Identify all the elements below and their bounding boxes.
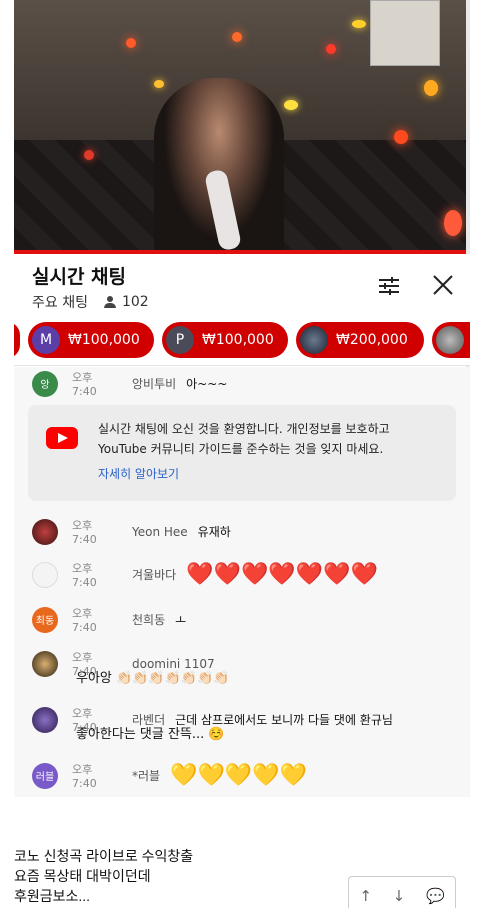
superchat-amount: ₩100,000	[68, 332, 140, 348]
message-time: 오후 7:40	[72, 519, 97, 546]
disco-light	[126, 38, 136, 48]
superchat-chip[interactable]	[14, 322, 20, 358]
message-text: ㅗ	[175, 613, 187, 627]
disco-light	[424, 80, 438, 96]
superchat-chip[interactable]: ₩200,000	[296, 322, 424, 358]
youtube-logo-icon	[46, 427, 78, 449]
message-text: 💛💛💛💛💛	[170, 762, 308, 788]
tune-icon[interactable]	[378, 276, 400, 296]
post-line: 후원금보소...	[14, 888, 91, 904]
disco-light	[394, 130, 408, 144]
message-text: ❤️❤️❤️❤️❤️❤️❤️	[186, 561, 378, 587]
notice-text: 실시간 채팅에 오신 것을 환영합니다. 개인정보를 보호하고 YouTube …	[98, 422, 390, 456]
close-icon[interactable]	[432, 274, 454, 296]
disco-light	[232, 32, 242, 42]
avatar	[32, 518, 58, 545]
post-line: 요즘 목상태 대박이던데	[14, 868, 151, 884]
welcome-notice: 실시간 채팅에 오신 것을 환영합니다. 개인정보를 보호하고 YouTube …	[28, 405, 456, 501]
message-text: 유재하	[197, 525, 231, 539]
chat-filter[interactable]: 주요 채팅 102	[32, 292, 149, 312]
comment-icon[interactable]: 💬	[426, 887, 445, 905]
avatar: 앙	[32, 370, 58, 397]
message-author[interactable]: Yeon Hee	[132, 525, 188, 539]
superchat-ticker[interactable]: M ₩100,000 P ₩100,000 ₩200,000	[14, 316, 470, 366]
page-edge	[470, 0, 480, 908]
message-author[interactable]: 겨울바다	[132, 566, 176, 583]
avatar	[32, 650, 58, 677]
chat-title: 실시간 채팅	[32, 266, 127, 288]
message-time: 오후 7:40	[72, 371, 97, 398]
video-player[interactable]	[14, 0, 470, 252]
avatar	[436, 326, 464, 354]
scroll-down-icon[interactable]: ↓	[393, 887, 406, 905]
avatar	[300, 326, 328, 354]
superchat-chip[interactable]	[432, 322, 470, 358]
post-body: 코노 신청곡 라이브로 수익창출 요즘 목상태 대박이던데 후원금보소...	[14, 846, 193, 906]
message-continuation: 좋아한다는 댓글 잔뜩... ☺️	[76, 727, 225, 742]
message-author[interactable]: 천희동	[132, 611, 165, 628]
video-poster	[370, 0, 440, 66]
disco-light	[154, 80, 164, 88]
chat-filter-label: 주요 채팅	[32, 295, 88, 311]
chat-message: 러블 오후 7:40 *러블 💛💛💛💛💛	[32, 761, 452, 790]
disco-light	[444, 210, 462, 236]
message-author[interactable]: *러블	[132, 767, 160, 784]
chat-header: 실시간 채팅 주요 채팅 102	[14, 254, 470, 316]
post-actions: ↑ ↓ 💬	[348, 876, 456, 908]
avatar: 최동	[32, 606, 58, 633]
superchat-chip[interactable]: M ₩100,000	[28, 322, 154, 358]
superchat-amount: ₩200,000	[336, 332, 408, 348]
scroll-up-icon[interactable]: ↑	[359, 887, 372, 905]
disco-light	[326, 44, 336, 54]
avatar: P	[166, 326, 194, 354]
message-text: 아~~~	[186, 377, 228, 391]
message-time: 오후 7:40	[72, 607, 97, 634]
message-author[interactable]: 앙비투비	[132, 375, 176, 392]
message-time: 오후 7:40	[72, 763, 97, 790]
superchat-chip[interactable]: P ₩100,000	[162, 322, 288, 358]
chat-messages[interactable]: 앙 오후 7:40 앙비투비 아~~~ 실시간 채팅에 오신 것을 환영합니다.…	[14, 367, 470, 797]
post-line: 코노 신청곡 라이브로 수익창출	[14, 848, 194, 864]
chat-message: 오후 7:40 Yeon Hee 유재하	[32, 517, 452, 546]
disco-light	[84, 150, 94, 160]
avatar	[32, 706, 58, 733]
avatar: M	[32, 326, 60, 354]
message-continuation: 우아앙 👏🏻👏🏻👏🏻👏🏻👏🏻👏🏻👏🏻	[76, 671, 230, 686]
superchat-amount: ₩100,000	[202, 332, 274, 348]
message-time: 오후 7:40	[72, 562, 97, 589]
disco-light	[352, 20, 366, 28]
learn-more-link[interactable]: 자세히 알아보기	[98, 465, 179, 482]
disco-light	[284, 100, 298, 110]
viewer-count: 102	[121, 294, 149, 310]
chat-message: 앙 오후 7:40 앙비투비 아~~~	[32, 369, 452, 398]
chat-message: 오후 7:40 겨울바다 ❤️❤️❤️❤️❤️❤️❤️	[32, 560, 452, 589]
avatar: 러블	[32, 762, 58, 789]
chat-message: 최동 오후 7:40 천희동 ㅗ	[32, 605, 452, 634]
avatar	[32, 561, 58, 588]
viewers-icon	[103, 296, 116, 308]
